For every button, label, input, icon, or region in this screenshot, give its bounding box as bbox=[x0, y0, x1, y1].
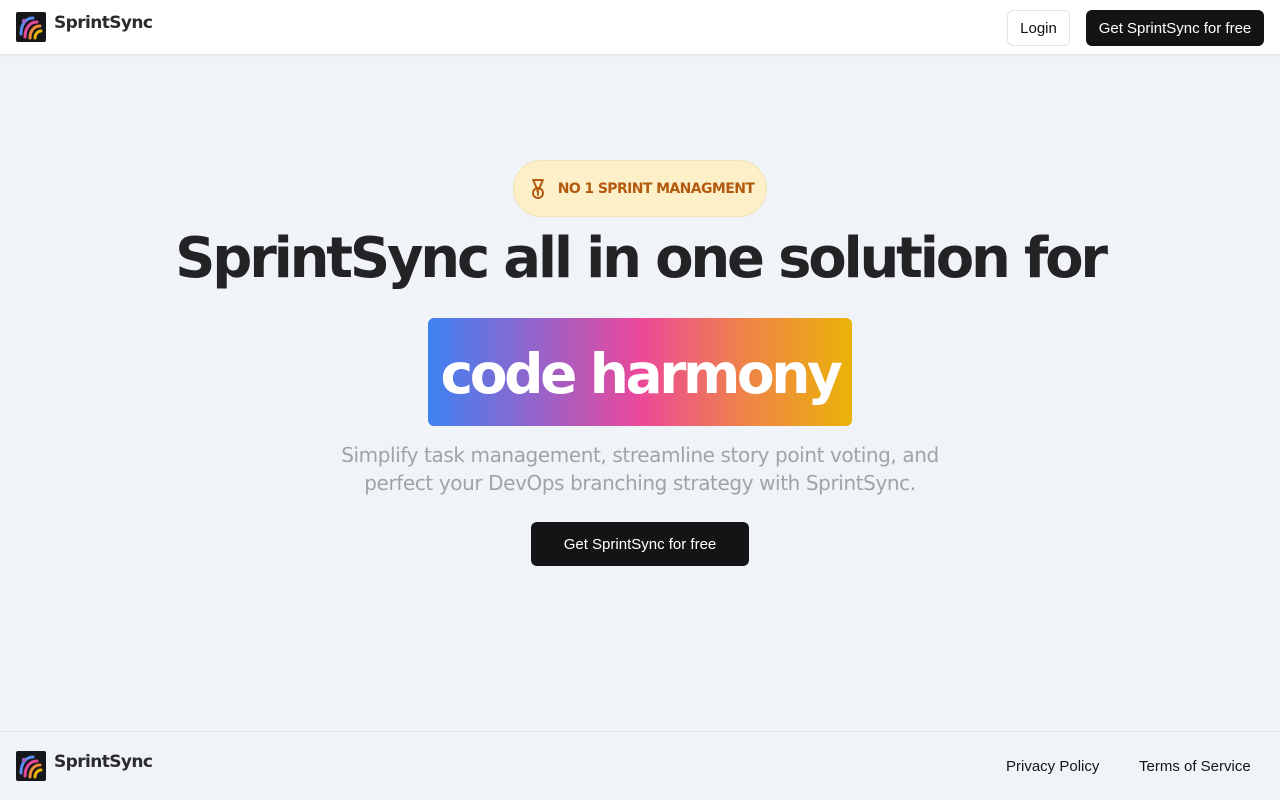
medal-icon bbox=[526, 177, 550, 201]
hero-subtitle: Simplify task management, streamline sto… bbox=[341, 443, 939, 495]
rank-badge: NO 1 SPRINT MANAGMENT bbox=[513, 160, 767, 217]
footer-brand[interactable]: SprintSync bbox=[16, 751, 153, 781]
sprintsync-logo-icon bbox=[16, 12, 46, 42]
hero-headline: SprintSync all in one solution for bbox=[175, 226, 1108, 291]
terms-of-service-link[interactable]: Terms of Service bbox=[1139, 758, 1251, 775]
sprintsync-logo-icon bbox=[16, 751, 46, 781]
highlight-banner: code harmony bbox=[428, 318, 852, 426]
footer-brand-name: SprintSync bbox=[54, 752, 153, 772]
brand-name: SprintSync bbox=[54, 13, 153, 33]
hero-get-started-button[interactable]: Get SprintSync for free bbox=[531, 522, 749, 566]
header-get-started-button[interactable]: Get SprintSync for free bbox=[1086, 10, 1264, 46]
privacy-policy-link[interactable]: Privacy Policy bbox=[1006, 758, 1099, 775]
highlight-text: code harmony bbox=[440, 342, 843, 406]
login-button[interactable]: Login bbox=[1007, 10, 1070, 46]
badge-label: NO 1 SPRINT MANAGMENT bbox=[557, 180, 755, 197]
top-navbar: SprintSync Login Get SprintSync for free bbox=[0, 0, 1280, 55]
header-brand[interactable]: SprintSync bbox=[16, 12, 153, 42]
footer: SprintSync Privacy Policy Terms of Servi… bbox=[0, 731, 1280, 800]
